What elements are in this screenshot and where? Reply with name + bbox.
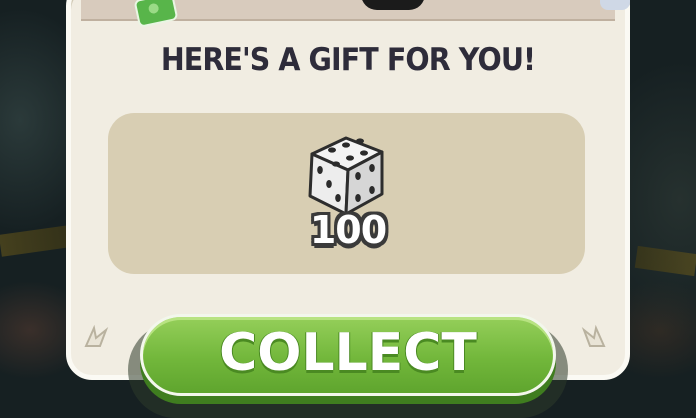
popup-title: HERE'S A GIFT FOR YOU! [160, 42, 536, 78]
header-corner-decoration [600, 0, 630, 10]
corner-sparkle-left-icon [80, 320, 114, 354]
collect-button-label: COLLECT [219, 323, 477, 383]
header-character-silhouette [361, 0, 425, 10]
reward-count: 100 [309, 208, 387, 252]
corner-sparkle-right-icon [576, 320, 610, 354]
collect-button[interactable]: COLLECT [140, 314, 556, 396]
